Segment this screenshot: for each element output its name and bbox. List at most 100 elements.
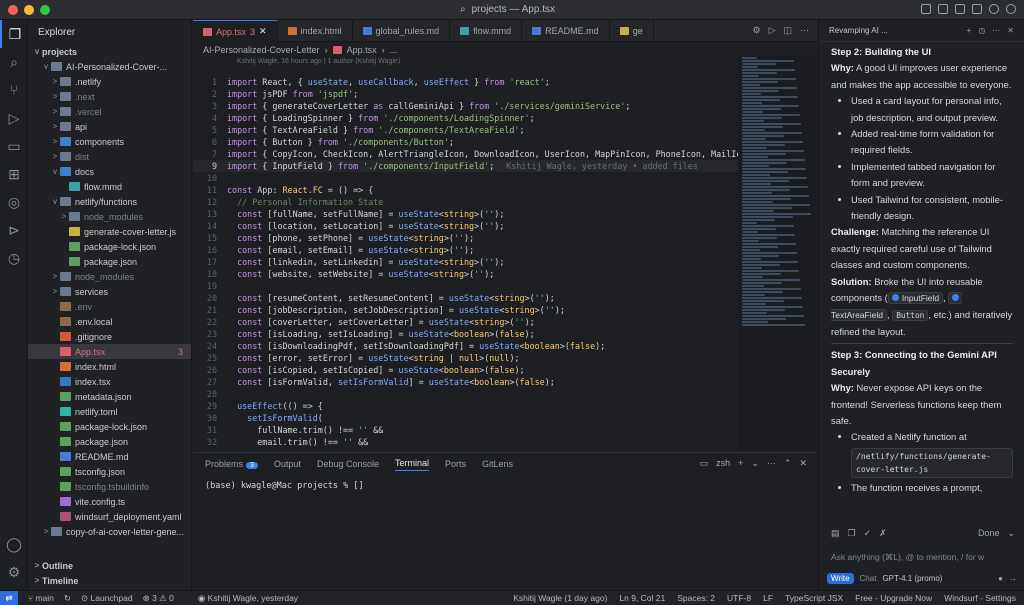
chat-mode-button[interactable]: Chat [860, 574, 877, 583]
minimap[interactable] [738, 56, 817, 452]
tree-file[interactable]: .gitignore [28, 329, 191, 344]
tree-file[interactable]: flow.mmd [28, 179, 191, 194]
breadcrumb-file[interactable]: App.tsx [347, 45, 377, 55]
done-label[interactable]: Done [978, 528, 1000, 539]
tree-folder[interactable]: > services [28, 284, 191, 299]
accounts-icon[interactable]: ◯ [0, 530, 28, 558]
windsurf-icon[interactable] [989, 4, 999, 14]
breadcrumb-symbol[interactable]: ... [390, 45, 398, 55]
code-line[interactable]: 2 import jsPDF from 'jspdf'; [193, 88, 738, 100]
remote-icon[interactable]: ⇄ [0, 590, 18, 605]
code-line[interactable]: 24 const [isDownloadingPdf, setIsDownloa… [193, 340, 738, 352]
copy-icon[interactable]: ❐ [848, 528, 856, 539]
command-center[interactable]: ⌕ projects — App.tsx [460, 4, 555, 15]
close-icon[interactable]: ✕ [1007, 26, 1014, 35]
cursor-position[interactable]: Ln 9, Col 21 [619, 593, 665, 603]
toggle-sidebar-icon[interactable] [921, 4, 931, 14]
file-icon[interactable]: ▤ [831, 528, 840, 539]
code-line[interactable]: 17 const [linkedin, setLinkedin] = useSt… [193, 256, 738, 268]
tree-folder[interactable]: v AI-Personalized-Cover-... [28, 59, 191, 74]
tree-file[interactable]: package.json [28, 254, 191, 269]
breadcrumb-folder[interactable]: AI-Personalized-Cover-Letter [203, 45, 320, 55]
windsurf-settings[interactable]: Windsurf - Settings [944, 593, 1016, 603]
timeline-icon[interactable]: ◷ [0, 244, 28, 272]
tree-folder[interactable]: > components [28, 134, 191, 149]
settings-icon[interactable]: ⚙ [0, 558, 28, 586]
line-ending[interactable]: LF [763, 593, 773, 603]
file-path-link[interactable]: /netlify/functions/generate-cover-letter… [851, 447, 1013, 478]
gitlens-icon[interactable]: ◎ [0, 188, 28, 216]
thumbs-down-icon[interactable]: ✗ [879, 528, 887, 539]
code-line[interactable]: 27 const [isFormValid, setIsFormValid] =… [193, 376, 738, 388]
tree-file[interactable]: windsurf_deployment.yaml [28, 509, 191, 524]
toggle-secondary-sidebar-icon[interactable] [955, 4, 965, 14]
tree-file[interactable]: App.tsx 3 [28, 344, 191, 359]
panel-tab[interactable]: GitLens [482, 459, 513, 469]
chevron-down-icon[interactable]: ⌄ [751, 458, 759, 469]
code-line[interactable]: 21 const [jobDescription, setJobDescript… [193, 304, 738, 316]
send-icon[interactable]: → [1009, 574, 1017, 583]
tree-file[interactable]: index.tsx [28, 374, 191, 389]
branch-status[interactable]: ⑂ main [28, 593, 54, 603]
tree-folder[interactable]: v docs [28, 164, 191, 179]
tree-file[interactable]: .env.local [28, 314, 191, 329]
code-line[interactable]: 19 [193, 280, 738, 292]
problems-status[interactable]: ⊗ 3 ⚠ 0 [143, 593, 174, 604]
code-line[interactable]: 15 const [phone, setPhone] = useState<st… [193, 232, 738, 244]
codelens-blame[interactable]: Kshitij Wagle, 16 hours ago | 1 author (… [193, 58, 817, 70]
editor-tab[interactable]: index.html [278, 20, 353, 42]
model-selector[interactable]: GPT-4.1 (promo) [882, 574, 942, 583]
close-icon[interactable]: ✕ [259, 26, 267, 37]
tree-folder[interactable]: > node_modules [28, 209, 191, 224]
tree-file[interactable]: tsconfig.json [28, 464, 191, 479]
flow-icon[interactable]: ⊳ [0, 216, 28, 244]
tree-folder[interactable]: > copy-of-ai-cover-letter-gene... [28, 524, 191, 539]
minimize-window-button[interactable] [24, 4, 34, 15]
sync-icon[interactable]: ↻ [64, 593, 71, 604]
maximize-window-button[interactable] [40, 4, 50, 15]
launchpad-status[interactable]: ⊙ Launchpad [81, 593, 133, 604]
shell-label[interactable]: zsh [716, 458, 730, 469]
close-window-button[interactable] [8, 4, 18, 15]
code-line[interactable]: 7 import { CopyIcon, CheckIcon, AlertTria… [193, 148, 738, 160]
code-line[interactable]: 32 email.trim() !== '' && [193, 436, 738, 448]
panel-tab[interactable]: Debug Console [317, 459, 379, 469]
run-icon[interactable]: ▷ [769, 25, 776, 36]
panel-tab[interactable]: Problems 3 [205, 459, 258, 469]
code-line[interactable]: 29 useEffect(() => { [193, 400, 738, 412]
customize-layout-icon[interactable] [972, 4, 982, 14]
new-chat-icon[interactable]: + [967, 26, 972, 35]
gear-icon[interactable]: ⚙ [752, 25, 760, 36]
author-status[interactable]: Kshitij Wagle (1 day ago) [513, 593, 607, 603]
code-line[interactable]: 11 const App: React.FC = () => { [193, 184, 738, 196]
explorer-root[interactable]: v projects [28, 44, 191, 59]
encoding[interactable]: UTF-8 [727, 593, 751, 603]
code-editor[interactable]: 1 import React, { useState, useCallback, … [193, 76, 738, 452]
terminal-output[interactable]: (base) kwagle@Mac projects % [] [193, 475, 817, 497]
toggle-panel-icon[interactable] [938, 4, 948, 14]
panel-tab[interactable]: Ports [445, 459, 466, 469]
tree-file[interactable]: package-lock.json [28, 419, 191, 434]
remote-icon[interactable]: ▭ [0, 132, 28, 160]
code-line[interactable]: 12 // Personal Information State [193, 196, 738, 208]
code-line[interactable]: 14 const [location, setLocation] = useSt… [193, 220, 738, 232]
close-icon[interactable]: ✕ [799, 458, 807, 469]
code-line[interactable]: 16 const [email, setEmail] = useState<st… [193, 244, 738, 256]
tree-folder[interactable]: > .vercel [28, 104, 191, 119]
code-line[interactable]: 25 const [error, setError] = useState<st… [193, 352, 738, 364]
inputfield-chip[interactable]: InputField [887, 292, 944, 305]
more-icon[interactable]: ⋯ [767, 458, 776, 469]
tree-folder[interactable]: > .netlify [28, 74, 191, 89]
tree-file[interactable]: generate-cover-letter.js [28, 224, 191, 239]
maximize-panel-icon[interactable]: ⌃ [784, 458, 792, 469]
panel-tab[interactable]: Output [274, 459, 301, 469]
code-line[interactable]: 22 const [coverLetter, setCoverLetter] =… [193, 316, 738, 328]
history-icon[interactable]: ◷ [978, 26, 985, 35]
tree-file[interactable]: tsconfig.tsbuildinfo [28, 479, 191, 494]
timeline-section[interactable]: > Timeline [28, 573, 192, 588]
code-line[interactable]: 30 setIsFormValid( [193, 412, 738, 424]
more-icon[interactable]: ⋯ [992, 26, 1000, 35]
tree-file[interactable]: .env [28, 299, 191, 314]
tree-file[interactable]: netlify.toml [28, 404, 191, 419]
code-line[interactable]: 9 import { InputField } from './component… [193, 160, 738, 172]
